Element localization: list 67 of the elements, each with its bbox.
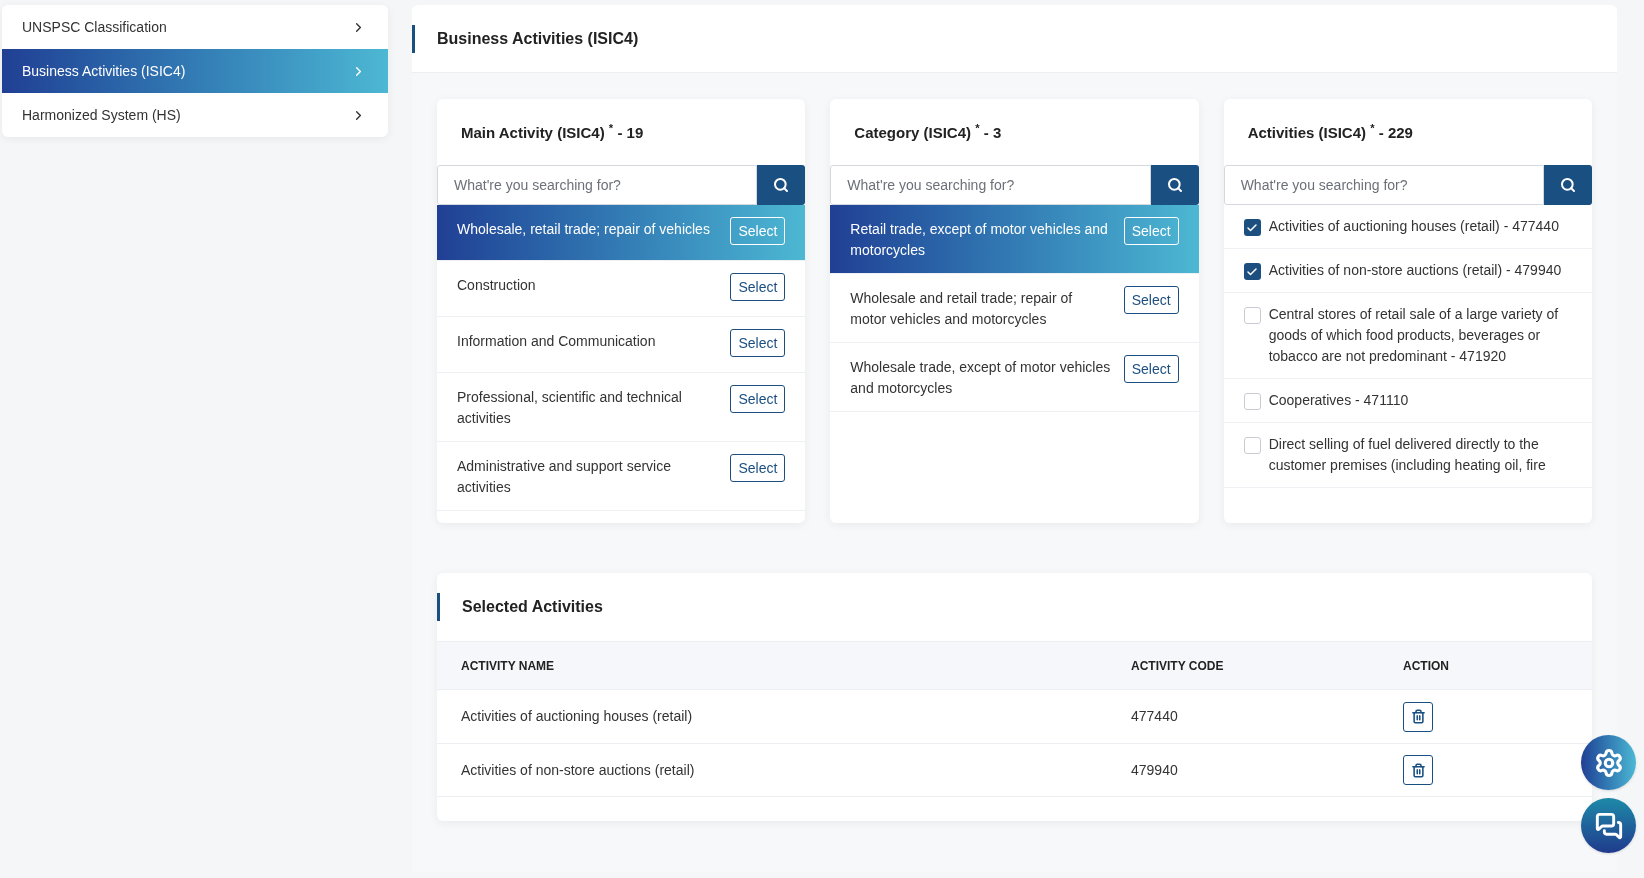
chat-icon [1594, 811, 1623, 840]
card-title: Selected Activities [462, 597, 603, 617]
column-title: Category (ISIC4) $^{*}$ - 3 [854, 124, 1002, 141]
list-row[interactable]: Information and Communication Select [437, 317, 806, 373]
settings-icon [1593, 747, 1624, 778]
sidebar-item[interactable]: UNSPSC Classification [2, 5, 388, 49]
activity-label: Information and Communication [457, 332, 656, 351]
search-field[interactable]: What're you searching for? [1223, 165, 1544, 205]
activity-label: Administrative and support service activities [457, 457, 672, 497]
check-icon [1246, 221, 1259, 234]
search-button[interactable] [757, 165, 806, 205]
activity-label: Cooperatives - 471110 [1268, 391, 1409, 410]
list-row[interactable]: Construction Select [437, 261, 806, 317]
table-cell-text: 477440 [1131, 707, 1179, 726]
trash-icon [1410, 709, 1426, 724]
column-header: ACTIVITY CODE [1131, 657, 1225, 675]
search-button[interactable] [1150, 165, 1199, 205]
checkbox[interactable] [1243, 263, 1261, 280]
column-title: Activities (ISIC4) $^{*}$ - 229 [1247, 124, 1413, 141]
checkbox[interactable] [1243, 219, 1261, 236]
select-button[interactable]: Select [730, 385, 786, 413]
list-row[interactable]: Wholesale trade, except of motor vehicles and motorcycles Select [830, 343, 1199, 412]
sidebar-item-label: Harmonized System (HS) [22, 105, 181, 125]
activity-label: Wholesale, retail trade; repair of vehicles [457, 220, 710, 239]
table-cell-text: Activities of auctioning houses (retail) [461, 707, 694, 726]
activity-label: Central stores of retail sale of a large variety of goods of which food products, beverages or tobacco are not predominant - 471920 [1268, 305, 1560, 366]
list-row[interactable]: Wholesale and retail trade; repair of motor vehicles and motorcycles Select [830, 274, 1199, 343]
column-title: Main Activity (ISIC4) $^{*}$ - 19 [461, 124, 644, 141]
checkbox[interactable] [1243, 307, 1261, 324]
panel-title: Business Activities (ISIC4) [437, 28, 639, 49]
table-cell-text: Activities of non-store auctions (retail) [461, 760, 696, 780]
search-field[interactable]: What're you searching for? [437, 165, 758, 205]
activity-label: Professional, scientific and technical activities [457, 388, 683, 428]
select-button[interactable]: Select [1123, 286, 1179, 314]
select-button[interactable]: Select [730, 273, 786, 301]
column-header: ACTIVITY NAME [461, 657, 556, 675]
checkbox[interactable] [1243, 393, 1261, 410]
select-button[interactable]: Select [730, 454, 786, 482]
activity-label: Wholesale and retail trade; repair of motor vehicles and motorcycles [850, 289, 1074, 329]
sidebar-item[interactable]: Harmonized System (HS) [2, 93, 388, 137]
list-row[interactable]: Professional, scientific and technical activities Select [437, 373, 806, 442]
search-icon [773, 177, 790, 193]
sidebar-item-label: UNSPSC Classification [22, 17, 167, 37]
activity-label: Direct selling of fuel delivered directly to the customer premises (including heating oil, fire [1268, 435, 1547, 475]
delete-button[interactable] [1403, 755, 1433, 785]
search-icon [1166, 177, 1183, 193]
column-header: ACTION [1403, 657, 1450, 675]
checkbox[interactable] [1243, 437, 1261, 454]
sidebar-item[interactable]: Business Activities (ISIC4) [2, 49, 388, 93]
search-icon [1560, 177, 1576, 193]
list-row[interactable]: Retail trade, except of motor vehicles and motorcycles Select [830, 205, 1199, 274]
select-button[interactable]: Select [730, 329, 786, 357]
activity-label: Construction [457, 276, 536, 295]
list-row[interactable]: Wholesale, retail trade; repair of vehicles Select [437, 205, 806, 261]
activity-label: Wholesale trade, except of motor vehicles and motorcycles [850, 358, 1112, 398]
table-cell-text: 479940 [1131, 760, 1179, 780]
search-field[interactable]: What're you searching for? [830, 165, 1151, 205]
activity-label: Activities of auctioning houses (retail) - 477440 [1268, 217, 1559, 236]
sidebar-item-label: Business Activities (ISIC4) [22, 61, 186, 81]
delete-button[interactable] [1403, 701, 1433, 732]
search-button[interactable] [1544, 165, 1592, 205]
check-icon [1246, 265, 1259, 278]
activity-label: Activities of non-store auctions (retail) - 479940 [1268, 261, 1562, 280]
activity-label: Retail trade, except of motor vehicles and motorcycles [850, 220, 1109, 260]
trash-icon [1410, 762, 1426, 778]
select-button[interactable]: Select [1123, 355, 1179, 383]
list-row[interactable]: Administrative and support service activities Select [437, 442, 806, 511]
